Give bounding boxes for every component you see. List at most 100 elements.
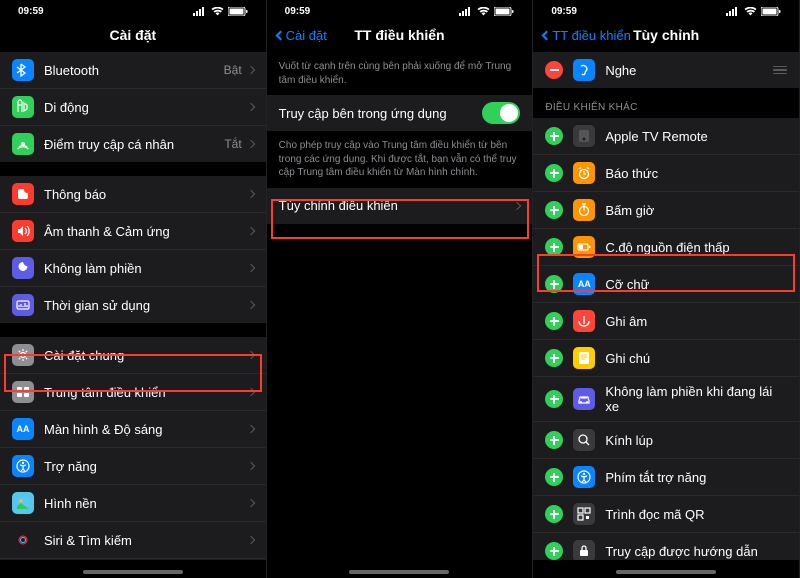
status-time: 09:59 bbox=[551, 6, 577, 17]
row-h-nh-n-n[interactable]: Hình nền bbox=[0, 485, 266, 522]
row-siri-t-m-ki-m[interactable]: Siri & Tìm kiếm bbox=[0, 522, 266, 559]
row-th-i-gian-s-d-ng[interactable]: Thời gian sử dụng bbox=[0, 287, 266, 323]
chevron-right-icon bbox=[246, 301, 254, 309]
row-label: Bấm giờ bbox=[605, 203, 787, 218]
row-k-nh-l-p[interactable]: Kính lúp bbox=[533, 422, 799, 459]
battery-icon bbox=[228, 7, 248, 16]
chevron-left-icon bbox=[542, 30, 552, 40]
description-swipe: Vuốt từ cạnh trên cùng bên phải xuống để… bbox=[267, 52, 533, 95]
reorder-grip[interactable] bbox=[773, 66, 787, 75]
row-ghi-m[interactable]: Ghi âm bbox=[533, 303, 799, 340]
row-label: Trợ năng bbox=[44, 459, 248, 474]
row-label: Siri & Tìm kiếm bbox=[44, 533, 248, 548]
row-label: Báo thức bbox=[605, 166, 787, 181]
row-c-ch[interactable]: AACỡ chữ bbox=[533, 266, 799, 303]
row-m-n-h-nh-s-ng[interactable]: AAMàn hình & Độ sáng bbox=[0, 411, 266, 448]
add-button[interactable] bbox=[545, 542, 563, 560]
wifi-icon bbox=[477, 7, 490, 16]
row-label: Cài đặt chung bbox=[44, 348, 248, 363]
phone-customize: 09:59 TT điều khiển Tùy chỉnh Nghe ĐIỀU … bbox=[533, 0, 800, 578]
chevron-right-icon bbox=[246, 227, 254, 235]
status-bar: 09:59 bbox=[267, 0, 533, 18]
wall-icon bbox=[12, 492, 34, 514]
section-header-more: ĐIỀU KHIỂN KHÁC bbox=[533, 88, 799, 118]
row-label: Truy cập được hướng dẫn bbox=[605, 544, 787, 559]
page-title: Tùy chỉnh bbox=[633, 27, 699, 43]
row-bluetooth[interactable]: BluetoothBật bbox=[0, 52, 266, 89]
page-title: TT điều khiển bbox=[354, 27, 444, 43]
row-kh-ng-l-m-phi-n[interactable]: Không làm phiền bbox=[0, 250, 266, 287]
row-label: Thời gian sử dụng bbox=[44, 298, 248, 313]
notif-icon bbox=[12, 183, 34, 205]
row-b-o-th-c[interactable]: Báo thức bbox=[533, 155, 799, 192]
remove-button[interactable] bbox=[545, 61, 563, 79]
add-button[interactable] bbox=[545, 127, 563, 145]
add-button[interactable] bbox=[545, 431, 563, 449]
add-button[interactable] bbox=[545, 390, 563, 408]
chevron-right-icon bbox=[246, 66, 254, 74]
alarm-icon bbox=[573, 162, 595, 184]
row-b-m-gi[interactable]: Bấm giờ bbox=[533, 192, 799, 229]
row-i-m-truy-c-p-c-nh-n[interactable]: Điểm truy cập cá nhânTắt bbox=[0, 126, 266, 162]
row-apple-tv-remote[interactable]: Apple TV Remote bbox=[533, 118, 799, 155]
lock-icon bbox=[573, 540, 595, 560]
phone-control-center: 09:59 Cài đặt TT điều khiển Vuốt từ cạnh… bbox=[267, 0, 534, 578]
add-button[interactable] bbox=[545, 201, 563, 219]
row-nghe[interactable]: Nghe bbox=[533, 52, 799, 88]
row-c-ngu-n-i-n-th-p[interactable]: C.độ nguồn điện thấp bbox=[533, 229, 799, 266]
stopwatch-icon bbox=[573, 199, 595, 221]
screentime-icon bbox=[12, 294, 34, 316]
battery-icon bbox=[761, 7, 781, 16]
row-label: Hình nền bbox=[44, 496, 248, 511]
row-th-ng-b-o[interactable]: Thông báo bbox=[0, 176, 266, 213]
voice-icon bbox=[573, 310, 595, 332]
row-di-ng[interactable]: Di động bbox=[0, 89, 266, 126]
status-indicators bbox=[459, 7, 514, 16]
battery-icon bbox=[494, 7, 514, 16]
row-label: Cỡ chữ bbox=[605, 277, 787, 292]
hotspot-icon bbox=[12, 133, 34, 155]
row-label: Trình đọc mã QR bbox=[605, 507, 787, 522]
row-label: Tùy chỉnh điều khiển bbox=[279, 198, 515, 213]
add-button[interactable] bbox=[545, 505, 563, 523]
description-access: Cho phép truy cập vào Trung tâm điều khi… bbox=[267, 131, 533, 188]
row-kh-ng-l-m-phi-n-khi-ang-l-i-xe[interactable]: Không làm phiền khi đang lái xe bbox=[533, 377, 799, 422]
chevron-right-icon bbox=[246, 190, 254, 198]
add-button[interactable] bbox=[545, 349, 563, 367]
row-label: Bluetooth bbox=[44, 63, 224, 78]
chevron-right-icon bbox=[246, 462, 254, 470]
switch-access-in-apps[interactable] bbox=[482, 102, 520, 124]
row-c-i-t-chung[interactable]: Cài đặt chung bbox=[0, 337, 266, 374]
chevron-right-icon bbox=[246, 388, 254, 396]
AA-icon: AA bbox=[12, 418, 34, 440]
row-label: Nghe bbox=[605, 63, 773, 78]
row-access-in-apps[interactable]: Truy cập bên trong ứng dụng bbox=[267, 95, 533, 131]
row-m-thanh-c-m-ng[interactable]: Âm thanh & Cảm ứng bbox=[0, 213, 266, 250]
siri-icon bbox=[12, 529, 34, 551]
row-ph-m-t-t-tr-n-ng[interactable]: Phím tắt trợ năng bbox=[533, 459, 799, 496]
row-tr-nh-c-m-qr[interactable]: Trình đọc mã QR bbox=[533, 496, 799, 533]
back-button[interactable]: Cài đặt bbox=[277, 28, 327, 43]
row-truy-c-p-c-h-ng-d-n[interactable]: Truy cập được hướng dẫn bbox=[533, 533, 799, 560]
row-customize-controls[interactable]: Tùy chỉnh điều khiển bbox=[267, 188, 533, 224]
add-button[interactable] bbox=[545, 238, 563, 256]
row-trung-t-m-i-u-khi-n[interactable]: Trung tâm điều khiển bbox=[0, 374, 266, 411]
add-button[interactable] bbox=[545, 164, 563, 182]
back-label: TT điều khiển bbox=[552, 28, 631, 43]
dnd-icon bbox=[12, 257, 34, 279]
row-face-id-m-t-m[interactable]: Face ID & Mật mã bbox=[0, 559, 266, 560]
row-tr-n-ng[interactable]: Trợ năng bbox=[0, 448, 266, 485]
signal-icon bbox=[726, 7, 740, 16]
add-button[interactable] bbox=[545, 275, 563, 293]
cc-icon bbox=[12, 381, 34, 403]
chevron-right-icon bbox=[246, 264, 254, 272]
back-button[interactable]: TT điều khiển bbox=[543, 28, 631, 43]
add-button[interactable] bbox=[545, 312, 563, 330]
status-indicators bbox=[726, 7, 781, 16]
row-ghi-ch[interactable]: Ghi chú bbox=[533, 340, 799, 377]
chevron-right-icon bbox=[246, 499, 254, 507]
row-label: Apple TV Remote bbox=[605, 129, 787, 144]
chevron-right-icon bbox=[246, 103, 254, 111]
ear-icon bbox=[573, 59, 595, 81]
add-button[interactable] bbox=[545, 468, 563, 486]
